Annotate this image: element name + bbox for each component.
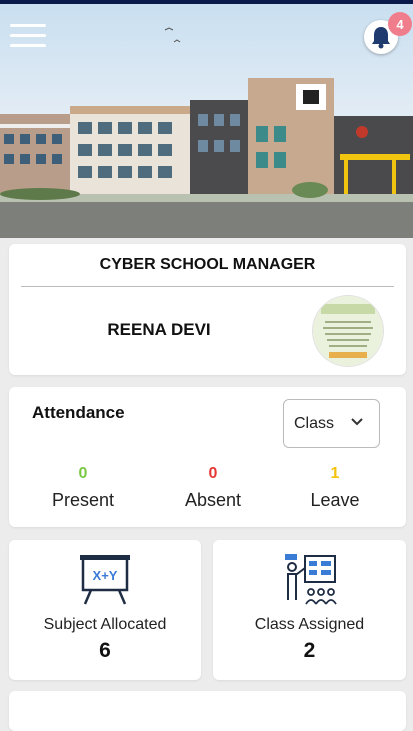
chevron-down-icon xyxy=(351,418,363,426)
avatar[interactable] xyxy=(313,296,383,366)
leave-count: 1 xyxy=(330,465,340,482)
user-name: REENA DEVI xyxy=(107,320,211,339)
school-banner-image xyxy=(0,4,413,238)
school-building-illustration xyxy=(0,27,413,238)
subject-allocated-tile[interactable]: X+Y Subject Allocated 6 xyxy=(9,540,201,680)
class-assigned-label: Class Assigned xyxy=(254,616,365,633)
stat-absent: 0 Absent xyxy=(153,465,273,511)
school-name: CYBER SCHOOL MANAGER xyxy=(99,256,316,273)
subject-allocated-value: 6 xyxy=(99,639,111,662)
menu-line xyxy=(10,44,46,47)
menu-line xyxy=(10,34,46,37)
notification-count-badge: 4 xyxy=(388,12,412,36)
blackboard-icon: X+Y xyxy=(80,555,130,605)
stat-present: 0 Present xyxy=(23,465,143,511)
svg-text:X+Y: X+Y xyxy=(93,568,118,583)
class-assigned-tile[interactable]: Class Assigned 2 xyxy=(213,540,406,680)
menu-line xyxy=(10,24,46,27)
present-label: Present xyxy=(51,490,115,510)
leave-label: Leave xyxy=(310,490,360,510)
absent-label: Absent xyxy=(184,490,242,510)
subject-allocated-label: Subject Allocated xyxy=(43,616,167,633)
class-select[interactable]: Class xyxy=(283,399,380,448)
attendance-card: Attendance Class 0 Present 0 Absent 1 Le… xyxy=(9,387,406,527)
next-card xyxy=(9,691,406,731)
teacher-presentation-icon xyxy=(285,554,337,605)
present-count: 0 xyxy=(78,465,88,482)
absent-count: 0 xyxy=(208,465,218,482)
attendance-title: Attendance xyxy=(32,403,125,422)
class-select-value: Class xyxy=(294,415,335,432)
stat-leave: 1 Leave xyxy=(275,465,395,511)
profile-card: CYBER SCHOOL MANAGER REENA DEVI xyxy=(9,244,406,375)
class-assigned-value: 2 xyxy=(303,639,316,662)
menu-button[interactable] xyxy=(10,24,46,52)
quote-image-icon xyxy=(313,296,383,366)
divider xyxy=(21,286,394,287)
